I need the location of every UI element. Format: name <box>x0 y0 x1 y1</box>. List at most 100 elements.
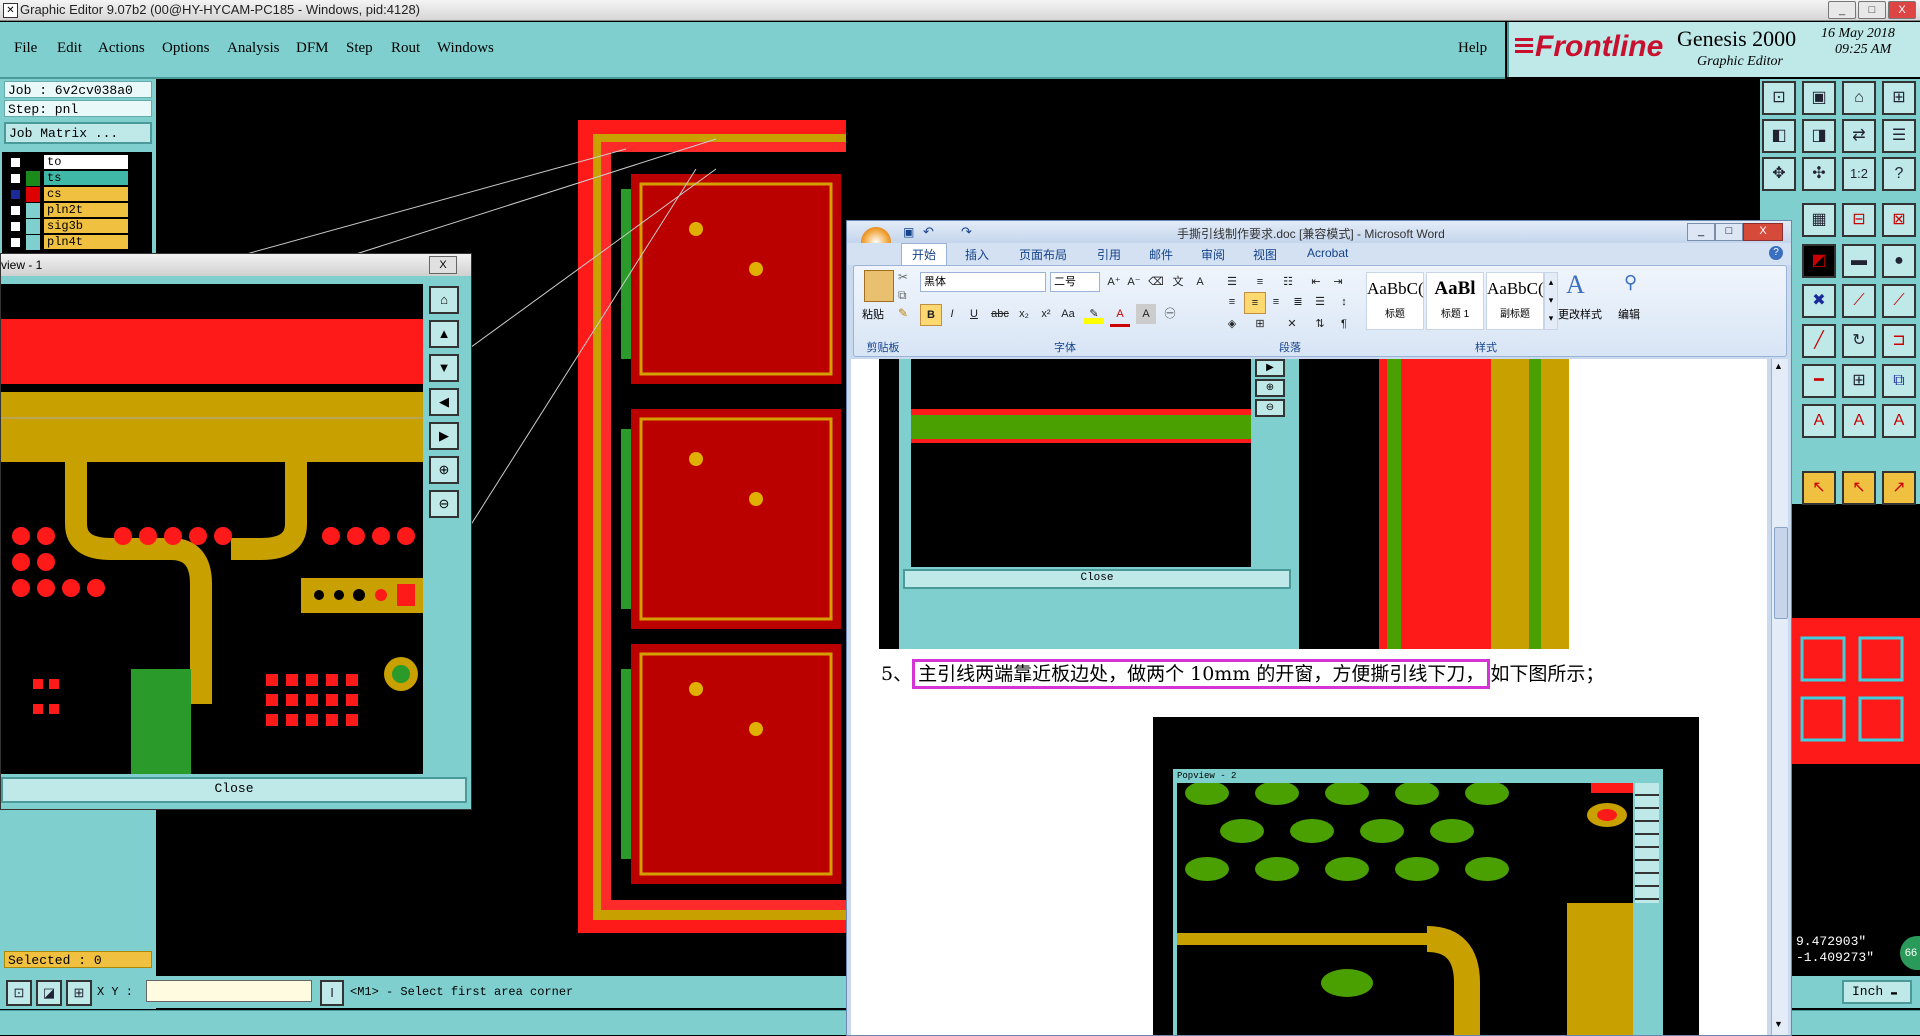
show-marks-icon[interactable]: ¶ <box>1334 314 1354 334</box>
sort-icon[interactable]: ⇅ <box>1310 314 1330 334</box>
layer-row-to[interactable]: to <box>6 155 128 170</box>
align-right-icon[interactable]: ≡ <box>1266 292 1286 312</box>
tool-copy-icon[interactable]: ⧉ <box>1882 364 1916 398</box>
menu-windows[interactable]: Windows <box>437 40 494 57</box>
justify-icon[interactable]: ≣ <box>1288 292 1308 312</box>
popview-zoom-in-button[interactable]: ⊕ <box>429 456 459 484</box>
save-icon[interactable]: ▣ <box>903 225 914 239</box>
tool-center-icon[interactable]: ✣ <box>1802 157 1836 191</box>
tool-step-icon[interactable]: ⊐ <box>1882 324 1916 358</box>
maximize-button[interactable]: □ <box>1858 1 1886 19</box>
tool-text-icon[interactable]: A <box>1802 404 1836 438</box>
undo-icon[interactable]: ↶ <box>923 224 934 240</box>
superscript-icon[interactable]: x² <box>1036 304 1056 324</box>
tool-display-icon[interactable]: ◩ <box>1802 244 1836 278</box>
menu-dfm[interactable]: DFM <box>296 40 329 57</box>
mode-grid-icon[interactable]: ⊞ <box>66 980 92 1006</box>
shrink-font-icon[interactable]: A⁻ <box>1124 272 1144 292</box>
style-subtitle[interactable]: AaBbC( 副标题 <box>1486 272 1544 330</box>
menu-edit[interactable]: Edit <box>57 40 82 57</box>
tool-home-icon[interactable]: ⌂ <box>1842 81 1876 115</box>
style-heading-1[interactable]: AaBl 标题 1 <box>1426 272 1484 330</box>
popview-close-x[interactable]: X <box>429 256 457 274</box>
tool-list-icon[interactable]: ☰ <box>1882 119 1916 153</box>
tab-mailings[interactable]: 邮件 <box>1149 246 1173 263</box>
numbering-icon[interactable]: ≡ <box>1250 272 1270 292</box>
tab-view[interactable]: 视图 <box>1253 246 1277 263</box>
change-styles-button[interactable]: 更改样式 <box>1558 306 1602 322</box>
copy-icon[interactable]: ⧉ <box>898 288 907 303</box>
shading-icon[interactable]: ◈ <box>1222 314 1242 334</box>
cut-icon[interactable]: ✂ <box>898 270 908 284</box>
right-mini-map[interactable] <box>1790 618 1920 764</box>
word-restore-button[interactable]: □ <box>1715 223 1743 241</box>
tool-pad-icon[interactable]: ● <box>1882 244 1916 278</box>
highlight-icon[interactable]: ✎ <box>1084 304 1104 324</box>
tool-minus-icon[interactable]: ━ <box>1802 364 1836 398</box>
menu-analysis[interactable]: Analysis <box>227 40 280 57</box>
enclose-char-icon[interactable]: ㊀ <box>1160 304 1180 324</box>
layer-checkbox[interactable] <box>10 173 21 184</box>
paste-icon[interactable] <box>864 270 894 302</box>
tool-filter-icon[interactable]: ⊠ <box>1882 203 1916 237</box>
tool-swap-icon[interactable]: ⇄ <box>1842 119 1876 153</box>
popview-zoom-home-button[interactable]: ⌂ <box>429 286 459 314</box>
tool-open-icon[interactable]: ⊡ <box>1762 81 1796 115</box>
tab-home[interactable]: 开始 <box>901 243 948 266</box>
paste-button[interactable]: 粘贴 <box>862 306 884 322</box>
italic-icon[interactable]: I <box>942 304 962 324</box>
word-minimize-button[interactable]: _ <box>1687 223 1715 241</box>
tool-select-all-icon[interactable]: ↗ <box>1882 471 1916 505</box>
tab-review[interactable]: 审阅 <box>1201 246 1225 263</box>
text-cursor-icon[interactable]: I <box>320 980 344 1006</box>
tool-arrow-right-icon[interactable]: ◨ <box>1802 119 1836 153</box>
popview-pan-down-button[interactable]: ▼ <box>429 354 459 382</box>
format-painter-icon[interactable]: ✎ <box>898 306 908 320</box>
close-button[interactable]: X <box>1888 1 1916 19</box>
change-case-icon[interactable]: Aa <box>1058 304 1078 324</box>
borders-icon[interactable]: ⊞ <box>1250 314 1270 334</box>
layer-checkbox[interactable] <box>10 205 21 216</box>
tab-acrobat[interactable]: Acrobat <box>1307 246 1348 260</box>
tab-page-layout[interactable]: 页面布局 <box>1019 246 1067 263</box>
scroll-down-icon[interactable]: ▼ <box>1774 1019 1783 1029</box>
tool-select-icon[interactable]: ↖ <box>1802 471 1836 505</box>
multilevel-icon[interactable]: ☷ <box>1278 272 1298 292</box>
find-icon[interactable]: ⚲ <box>1624 272 1637 293</box>
font-size-select[interactable]: 二号 <box>1050 272 1100 292</box>
ribbon-help-icon[interactable]: ? <box>1769 246 1783 260</box>
xy-input[interactable] <box>146 980 312 1002</box>
minimize-button[interactable]: _ <box>1828 1 1856 19</box>
line-spacing-icon[interactable]: ↕ <box>1334 292 1354 312</box>
popview-zoom-out-button[interactable]: ⊖ <box>429 490 459 518</box>
tool-help-icon[interactable]: ? <box>1882 157 1916 191</box>
popview-pan-right-button[interactable]: ▶ <box>429 422 459 450</box>
align-center-icon[interactable]: ≡ <box>1244 292 1266 314</box>
tool-cross-icon[interactable]: ✖ <box>1802 284 1836 318</box>
popview-pan-up-button[interactable]: ▲ <box>429 320 459 348</box>
increase-indent-icon[interactable]: ⇥ <box>1328 272 1348 292</box>
change-styles-icon[interactable]: A <box>1566 270 1585 300</box>
menu-file[interactable]: File <box>14 40 37 57</box>
menu-rout[interactable]: Rout <box>391 40 420 57</box>
menu-options[interactable]: Options <box>162 40 210 57</box>
align-left-icon[interactable]: ≡ <box>1222 292 1242 312</box>
word-close-button[interactable]: X <box>1743 223 1783 241</box>
tool-array-icon[interactable]: ⊞ <box>1842 364 1876 398</box>
tool-text-edit-icon[interactable]: A <box>1842 404 1876 438</box>
word-vertical-scrollbar[interactable]: ▲ ▼ <box>1771 359 1788 1035</box>
menu-actions[interactable]: Actions <box>98 40 145 57</box>
tool-grid-snap-icon[interactable]: ▦ <box>1802 203 1836 237</box>
tool-arrow-left-icon[interactable]: ◧ <box>1762 119 1796 153</box>
char-border-icon[interactable]: A <box>1190 272 1210 292</box>
menu-help[interactable]: Help <box>1458 40 1487 57</box>
char-shading-icon[interactable]: A <box>1136 304 1156 324</box>
strikethrough-icon[interactable]: abc <box>990 304 1010 324</box>
units-selector[interactable]: Inch ▬ <box>1842 980 1912 1004</box>
tool-select-area-icon[interactable]: ↖ <box>1842 471 1876 505</box>
tool-text-move-icon[interactable]: A <box>1882 404 1916 438</box>
tool-zoom-fit-icon[interactable]: ✥ <box>1762 157 1796 191</box>
styles-more-icon[interactable]: ▴ ▾ ▾ <box>1544 272 1558 330</box>
job-matrix-button[interactable]: Job Matrix ... <box>4 122 152 144</box>
bold-icon[interactable]: B <box>920 304 942 326</box>
